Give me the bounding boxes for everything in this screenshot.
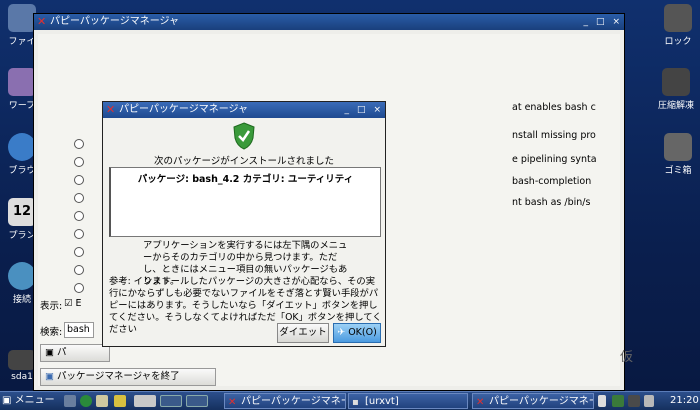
category-radio[interactable]: [74, 175, 84, 185]
installed-package-row: パッケージ: bash_4.2 カテゴリ: ユーティリティ: [137, 174, 354, 185]
network-icon[interactable]: [612, 395, 624, 407]
app-x-icon: ✕: [228, 397, 237, 408]
connect-icon: [8, 262, 36, 290]
install-complete-dialog: ✕ パピーパッケージマネージャ _ □ × 次のパッケージがインストールされまし…: [102, 101, 386, 347]
desktop-switch-icon[interactable]: [64, 395, 76, 407]
dialog-titlebar[interactable]: ✕ パピーパッケージマネージャ _ □ ×: [103, 102, 385, 118]
category-radio[interactable]: [74, 193, 84, 203]
browser-launch-icon[interactable]: [80, 395, 92, 407]
calendar-icon: 12: [8, 198, 36, 226]
minimize-button[interactable]: _: [583, 14, 588, 30]
package-desc: nt bash as /bin/s: [512, 197, 591, 208]
volume-icon[interactable]: [598, 395, 606, 407]
desktop-icon-archive[interactable]: 圧縮解凍: [652, 68, 700, 111]
workspace-1[interactable]: [134, 395, 156, 407]
main-title: パピーパッケージマネージャ: [50, 16, 179, 27]
app-x-icon: ✕: [476, 397, 485, 408]
taskbar: ▣ メニュー ✕ パピーパッケージマネー ▪ [urxvt] ✕ パピーパッケー…: [0, 391, 700, 410]
task-package-manager-dialog[interactable]: ✕ パピーパッケージマネー: [472, 393, 594, 409]
search-input[interactable]: bash: [64, 322, 94, 338]
archive-icon: [662, 68, 690, 96]
category-radio[interactable]: [74, 139, 84, 149]
diet-button[interactable]: ダイエット: [277, 323, 329, 343]
tray-icon[interactable]: [628, 395, 640, 407]
drive-icon: [8, 350, 36, 370]
dialog-message: 次のパッケージがインストールされました: [153, 156, 335, 167]
category-radio[interactable]: [74, 157, 84, 167]
maximize-button[interactable]: □: [596, 14, 605, 30]
app-x-icon: ✕: [37, 15, 47, 28]
desktop-icon-trash[interactable]: ゴミ箱: [656, 133, 700, 176]
home-icon: [8, 4, 36, 32]
success-shield-icon: [233, 122, 255, 150]
app-x-icon: ✕: [106, 103, 116, 116]
package-desc: bash-completion: [512, 176, 592, 187]
lock-icon: [664, 4, 692, 32]
terminal-icon: ▪: [352, 397, 359, 408]
display-checkbox[interactable]: ☑ E: [64, 298, 82, 309]
category-radio[interactable]: [74, 211, 84, 221]
warn-icon[interactable]: [114, 395, 126, 407]
category-radio[interactable]: [74, 247, 84, 257]
corner-glyph: 仮: [620, 350, 634, 365]
package-desc: nstall missing pro: [512, 130, 596, 141]
display-label: 表示:: [40, 301, 63, 312]
category-radio[interactable]: [74, 283, 84, 293]
browser-icon: [8, 133, 36, 161]
dialog-maximize-button[interactable]: □: [357, 102, 366, 118]
menu-icon: ▣: [2, 395, 12, 406]
package-desc: at enables bash c: [512, 102, 596, 113]
task-package-manager[interactable]: ✕ パピーパッケージマネー: [224, 393, 346, 409]
main-titlebar[interactable]: ✕ パピーパッケージマネージャ _ □ ×: [34, 14, 624, 30]
desktop-icon-lock[interactable]: ロック: [656, 4, 700, 47]
install-button[interactable]: ▣ パ: [40, 344, 110, 362]
close-button[interactable]: ×: [612, 14, 620, 30]
workspace-2[interactable]: [160, 395, 182, 407]
file-launch-icon[interactable]: [96, 395, 108, 407]
installed-package-list: パッケージ: bash_4.2 カテゴリ: ユーティリティ: [109, 167, 381, 237]
search-label: 検索:: [40, 327, 63, 338]
category-radio[interactable]: [74, 265, 84, 275]
dialog-close-button[interactable]: ×: [373, 102, 381, 118]
writer-icon: [8, 68, 36, 96]
package-icon: ▣: [45, 347, 54, 358]
menu-button[interactable]: ▣ メニュー: [2, 393, 58, 409]
package-icon: ▣: [45, 371, 54, 382]
workspace-3[interactable]: [186, 395, 208, 407]
dialog-minimize-button[interactable]: _: [344, 102, 349, 118]
ok-icon: ✈: [337, 327, 346, 338]
clock: 21:20: [670, 395, 699, 406]
trash-icon: [664, 133, 692, 161]
battery-icon[interactable]: [644, 395, 654, 407]
package-desc: e pipelining synta: [512, 154, 597, 165]
dialog-title: パピーパッケージマネージャ: [119, 104, 248, 115]
category-radio[interactable]: [74, 229, 84, 239]
ok-button[interactable]: ✈ OK(O): [333, 323, 381, 343]
quit-button[interactable]: ▣ パッケージマネージャを終了: [40, 368, 216, 386]
task-urxvt[interactable]: ▪ [urxvt]: [348, 393, 468, 409]
